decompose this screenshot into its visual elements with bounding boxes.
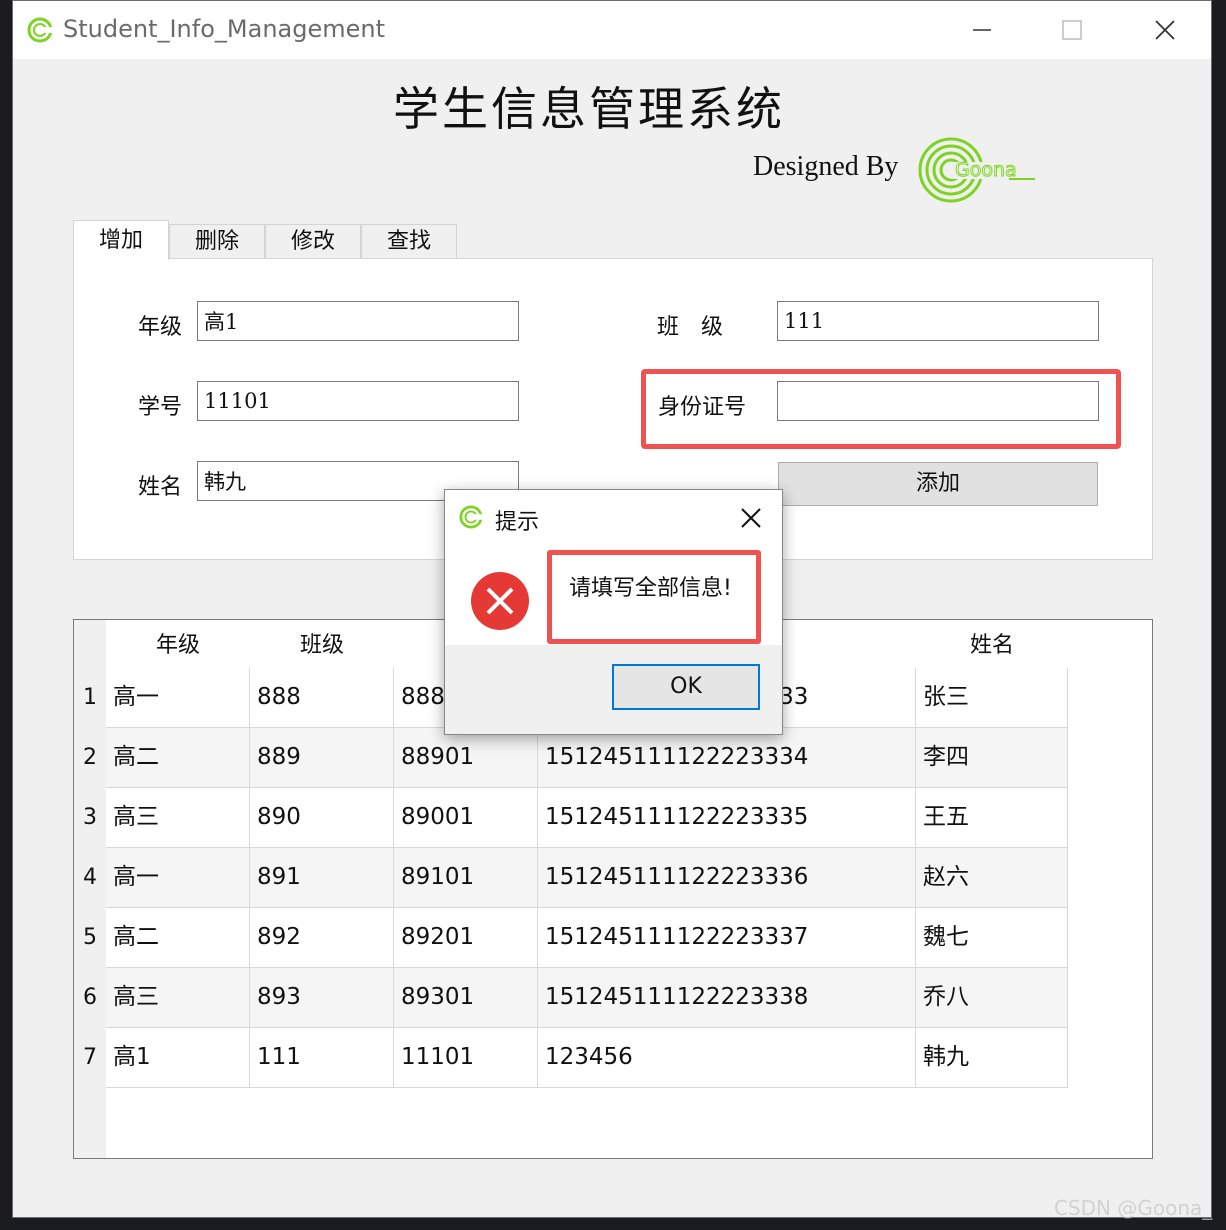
app-logo-icon [459,505,483,529]
title-bar[interactable]: Student_Info_Management [13,1,1211,59]
tab-modify[interactable]: 修改 [265,224,361,258]
designed-by-label: Designed By [753,151,899,182]
minimize-button[interactable] [959,9,1005,51]
cell-student-id[interactable]: 89301 [394,968,538,1028]
cell-student-id[interactable]: 88901 [394,728,538,788]
cell-class[interactable]: 891 [250,848,394,908]
cell-class[interactable]: 890 [250,788,394,848]
cell-student-id[interactable]: 89101 [394,848,538,908]
background-editor-left [0,0,12,1230]
id-card-highlight-box [641,369,1121,449]
maximize-icon [1062,20,1082,40]
ok-button[interactable]: OK [612,664,760,710]
student-id-input[interactable] [197,381,519,421]
cell-id-card[interactable]: 151245111122223337 [538,908,916,968]
dialog-close-icon[interactable] [735,502,767,534]
cell-student-id[interactable]: 11101 [394,1028,538,1088]
dialog-title: 提示 [495,510,540,535]
column-header-grade[interactable]: 年级 [106,620,250,670]
error-icon [471,572,529,630]
goona-logo: Goona [918,137,1037,203]
cell-class[interactable]: 111 [250,1028,394,1088]
add-button[interactable]: 添加 [778,462,1098,506]
cell-student-id[interactable]: 89201 [394,908,538,968]
row-number: 1 [83,685,97,710]
cell-grade[interactable]: 高三 [106,788,250,848]
cell-grade[interactable]: 高三 [106,968,250,1028]
maximize-button[interactable] [1049,9,1095,51]
tab-delete[interactable]: 删除 [169,224,265,258]
cell-class[interactable]: 892 [250,908,394,968]
background-editor-right [1212,0,1226,1230]
app-logo-icon [27,17,53,43]
cell-name[interactable]: 韩九 [916,1028,1068,1088]
svg-text:Goona: Goona [955,159,1017,181]
row-number: 6 [83,985,97,1010]
cell-grade[interactable]: 高一 [106,848,250,908]
column-header-name[interactable]: 姓名 [916,620,1068,670]
tab-add[interactable]: 增加 [73,220,169,260]
row-number: 5 [83,925,97,950]
tab-search[interactable]: 查找 [361,224,457,258]
row-number: 2 [83,745,97,770]
cell-name[interactable]: 李四 [916,728,1068,788]
cell-name[interactable]: 魏七 [916,908,1068,968]
column-header-class[interactable]: 班级 [250,620,394,670]
row-number: 3 [83,805,97,830]
cell-id-card[interactable]: 151245111122223336 [538,848,916,908]
name-label: 姓名 [138,475,183,500]
cell-name[interactable]: 赵六 [916,848,1068,908]
grade-input[interactable] [197,301,519,341]
cell-student-id[interactable]: 89001 [394,788,538,848]
cell-id-card[interactable]: 151245111122223338 [538,968,916,1028]
cell-name[interactable]: 乔八 [916,968,1068,1028]
cell-name[interactable]: 张三 [916,668,1068,728]
minimize-icon [973,29,991,31]
main-window: Student_Info_Management 学生信息管理系统 Designe… [12,0,1212,1218]
grade-label: 年级 [138,315,183,340]
cell-id-card[interactable]: 123456 [538,1028,916,1088]
cell-class[interactable]: 893 [250,968,394,1028]
class-label: 班 级 [657,315,724,340]
cell-id-card[interactable]: 151245111122223334 [538,728,916,788]
cell-class[interactable]: 888 [250,668,394,728]
close-button[interactable] [1142,9,1188,51]
watermark: CSDN @Goona_ [1054,1196,1213,1220]
close-icon [1155,20,1175,40]
cell-id-card[interactable]: 151245111122223335 [538,788,916,848]
cell-grade[interactable]: 高一 [106,668,250,728]
row-number: 7 [83,1045,97,1070]
window-title: Student_Info_Management [63,15,385,43]
cell-grade[interactable]: 高二 [106,908,250,968]
row-number: 4 [83,865,97,890]
page-title: 学生信息管理系统 [393,82,785,136]
cell-grade[interactable]: 高二 [106,728,250,788]
student-id-label: 学号 [138,395,183,420]
cell-name[interactable]: 王五 [916,788,1068,848]
background-editor-bottom [0,1218,1226,1230]
alert-dialog: 提示 请填写全部信息! OK [444,489,783,735]
class-input[interactable] [777,301,1099,341]
cell-class[interactable]: 889 [250,728,394,788]
cell-grade[interactable]: 高1 [106,1028,250,1088]
message-highlight-box [547,550,761,644]
